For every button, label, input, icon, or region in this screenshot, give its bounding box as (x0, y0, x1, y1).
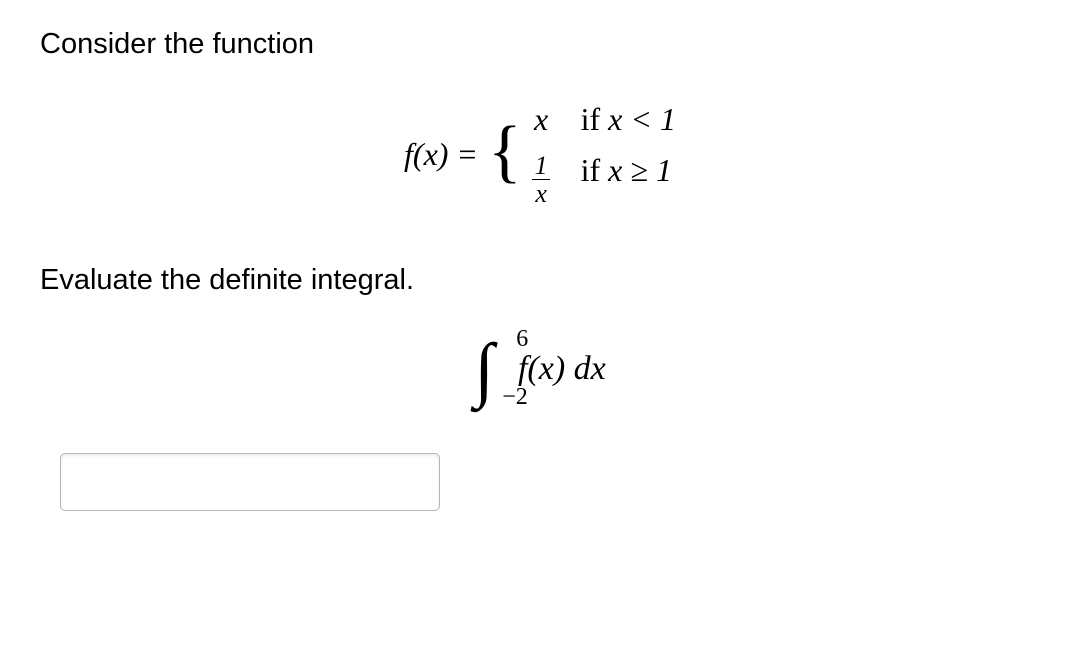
integral-lower-limit: −2 (502, 385, 528, 409)
case2-frac-num: 1 (532, 152, 551, 179)
case2-value: 1 x (532, 152, 551, 208)
integral-expression: ∫ 6 −2 f(x) dx (40, 333, 1040, 405)
instruction-text: Evaluate the definite integral. (40, 264, 1040, 297)
intro-text: Consider the function (40, 28, 1040, 61)
integral-symbol: ∫ 6 −2 (474, 333, 494, 405)
case1-condition: if x < 1 (581, 101, 676, 138)
integral-integrand: f(x) dx (500, 350, 606, 388)
case2-cond-expr: x ≥ 1 (608, 152, 672, 188)
case2-frac-den: x (532, 179, 550, 207)
piecewise-definition: f(x) = { x if x < 1 1 x if x ≥ 1 (40, 101, 1040, 208)
answer-input[interactable] (60, 453, 440, 511)
piecewise-lhs: f(x) = (404, 136, 478, 173)
piecewise-brace: { (488, 117, 522, 187)
case2-condition: if x ≥ 1 (581, 152, 676, 208)
case1-value: x (532, 101, 551, 138)
case2-cond-prefix: if (581, 152, 609, 188)
integral-upper-limit: 6 (516, 327, 528, 351)
case1-cond-expr: x < 1 (608, 101, 676, 137)
case1-cond-prefix: if (581, 101, 609, 137)
